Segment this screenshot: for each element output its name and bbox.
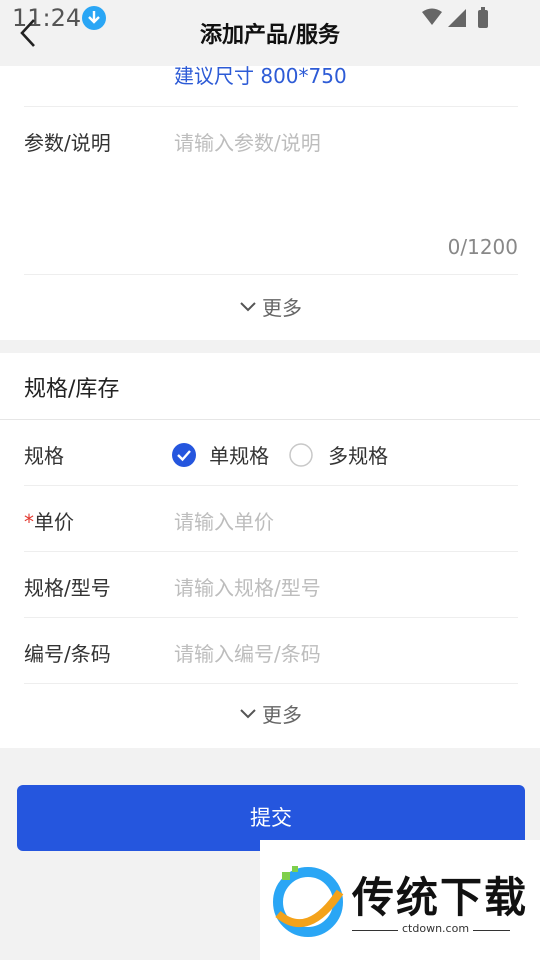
page-title: 添加产品/服务 bbox=[199, 23, 341, 48]
barcode-label: 编号/条码 bbox=[24, 642, 111, 666]
product-info-card: 建议尺寸 800*750 参数/说明 请输入参数/说明 0/1200 更多 bbox=[0, 64, 540, 340]
required-mark: * bbox=[24, 510, 34, 534]
price-field[interactable]: *单价 请输入单价 bbox=[24, 486, 518, 552]
chevron-down-icon bbox=[240, 301, 256, 311]
params-counter: 0/1200 bbox=[447, 235, 518, 259]
watermark-logo bbox=[273, 866, 344, 937]
model-label: 规格/型号 bbox=[24, 576, 111, 600]
more-toggle-1[interactable]: 更多 bbox=[0, 292, 540, 321]
more-label: 更多 bbox=[262, 296, 302, 320]
image-size-hint: 建议尺寸 800*750 bbox=[174, 64, 347, 88]
chevron-down-icon bbox=[240, 708, 256, 718]
model-input[interactable]: 请输入规格/型号 bbox=[174, 572, 321, 601]
watermark-url: ctdown.com bbox=[398, 922, 474, 935]
spec-option-multi[interactable]: 多规格 bbox=[289, 440, 388, 469]
spec-label: 规格 bbox=[24, 444, 64, 468]
radio-unchecked-icon bbox=[289, 442, 313, 467]
more-label: 更多 bbox=[262, 703, 302, 727]
watermark: 传统下载 ctdown.com bbox=[260, 840, 540, 960]
price-input[interactable]: 请输入单价 bbox=[174, 506, 274, 535]
app-header: 11:24 添加产品/服务 bbox=[0, 0, 540, 66]
price-label: *单价 bbox=[24, 510, 74, 534]
spec-section-title: 规格/库存 bbox=[24, 377, 120, 402]
barcode-field[interactable]: 编号/条码 请输入编号/条码 bbox=[24, 618, 518, 684]
spec-option-single-label: 单规格 bbox=[209, 444, 270, 468]
radio-checked-icon bbox=[172, 442, 196, 467]
spec-section-header: 规格/库存 bbox=[0, 353, 540, 420]
model-field[interactable]: 规格/型号 请输入规格/型号 bbox=[24, 552, 518, 618]
spec-option-single[interactable]: 单规格 bbox=[172, 440, 269, 469]
spec-option-multi-label: 多规格 bbox=[328, 444, 389, 468]
spec-type-row: 规格 单规格 多规格 bbox=[24, 420, 518, 486]
image-hint-row: 建议尺寸 800*750 bbox=[24, 64, 518, 107]
watermark-text: 传统下载 bbox=[352, 873, 529, 922]
params-input[interactable]: 请输入参数/说明 bbox=[174, 127, 321, 156]
barcode-input[interactable]: 请输入编号/条码 bbox=[174, 638, 321, 667]
params-field[interactable]: 参数/说明 请输入参数/说明 0/1200 bbox=[24, 107, 518, 275]
params-label: 参数/说明 bbox=[24, 131, 111, 155]
spec-stock-card: 规格/库存 规格 单规格 多规格 *单价 请输入单价 规格/型号 请输入规格/型… bbox=[0, 353, 540, 748]
more-toggle-2[interactable]: 更多 bbox=[0, 699, 540, 728]
